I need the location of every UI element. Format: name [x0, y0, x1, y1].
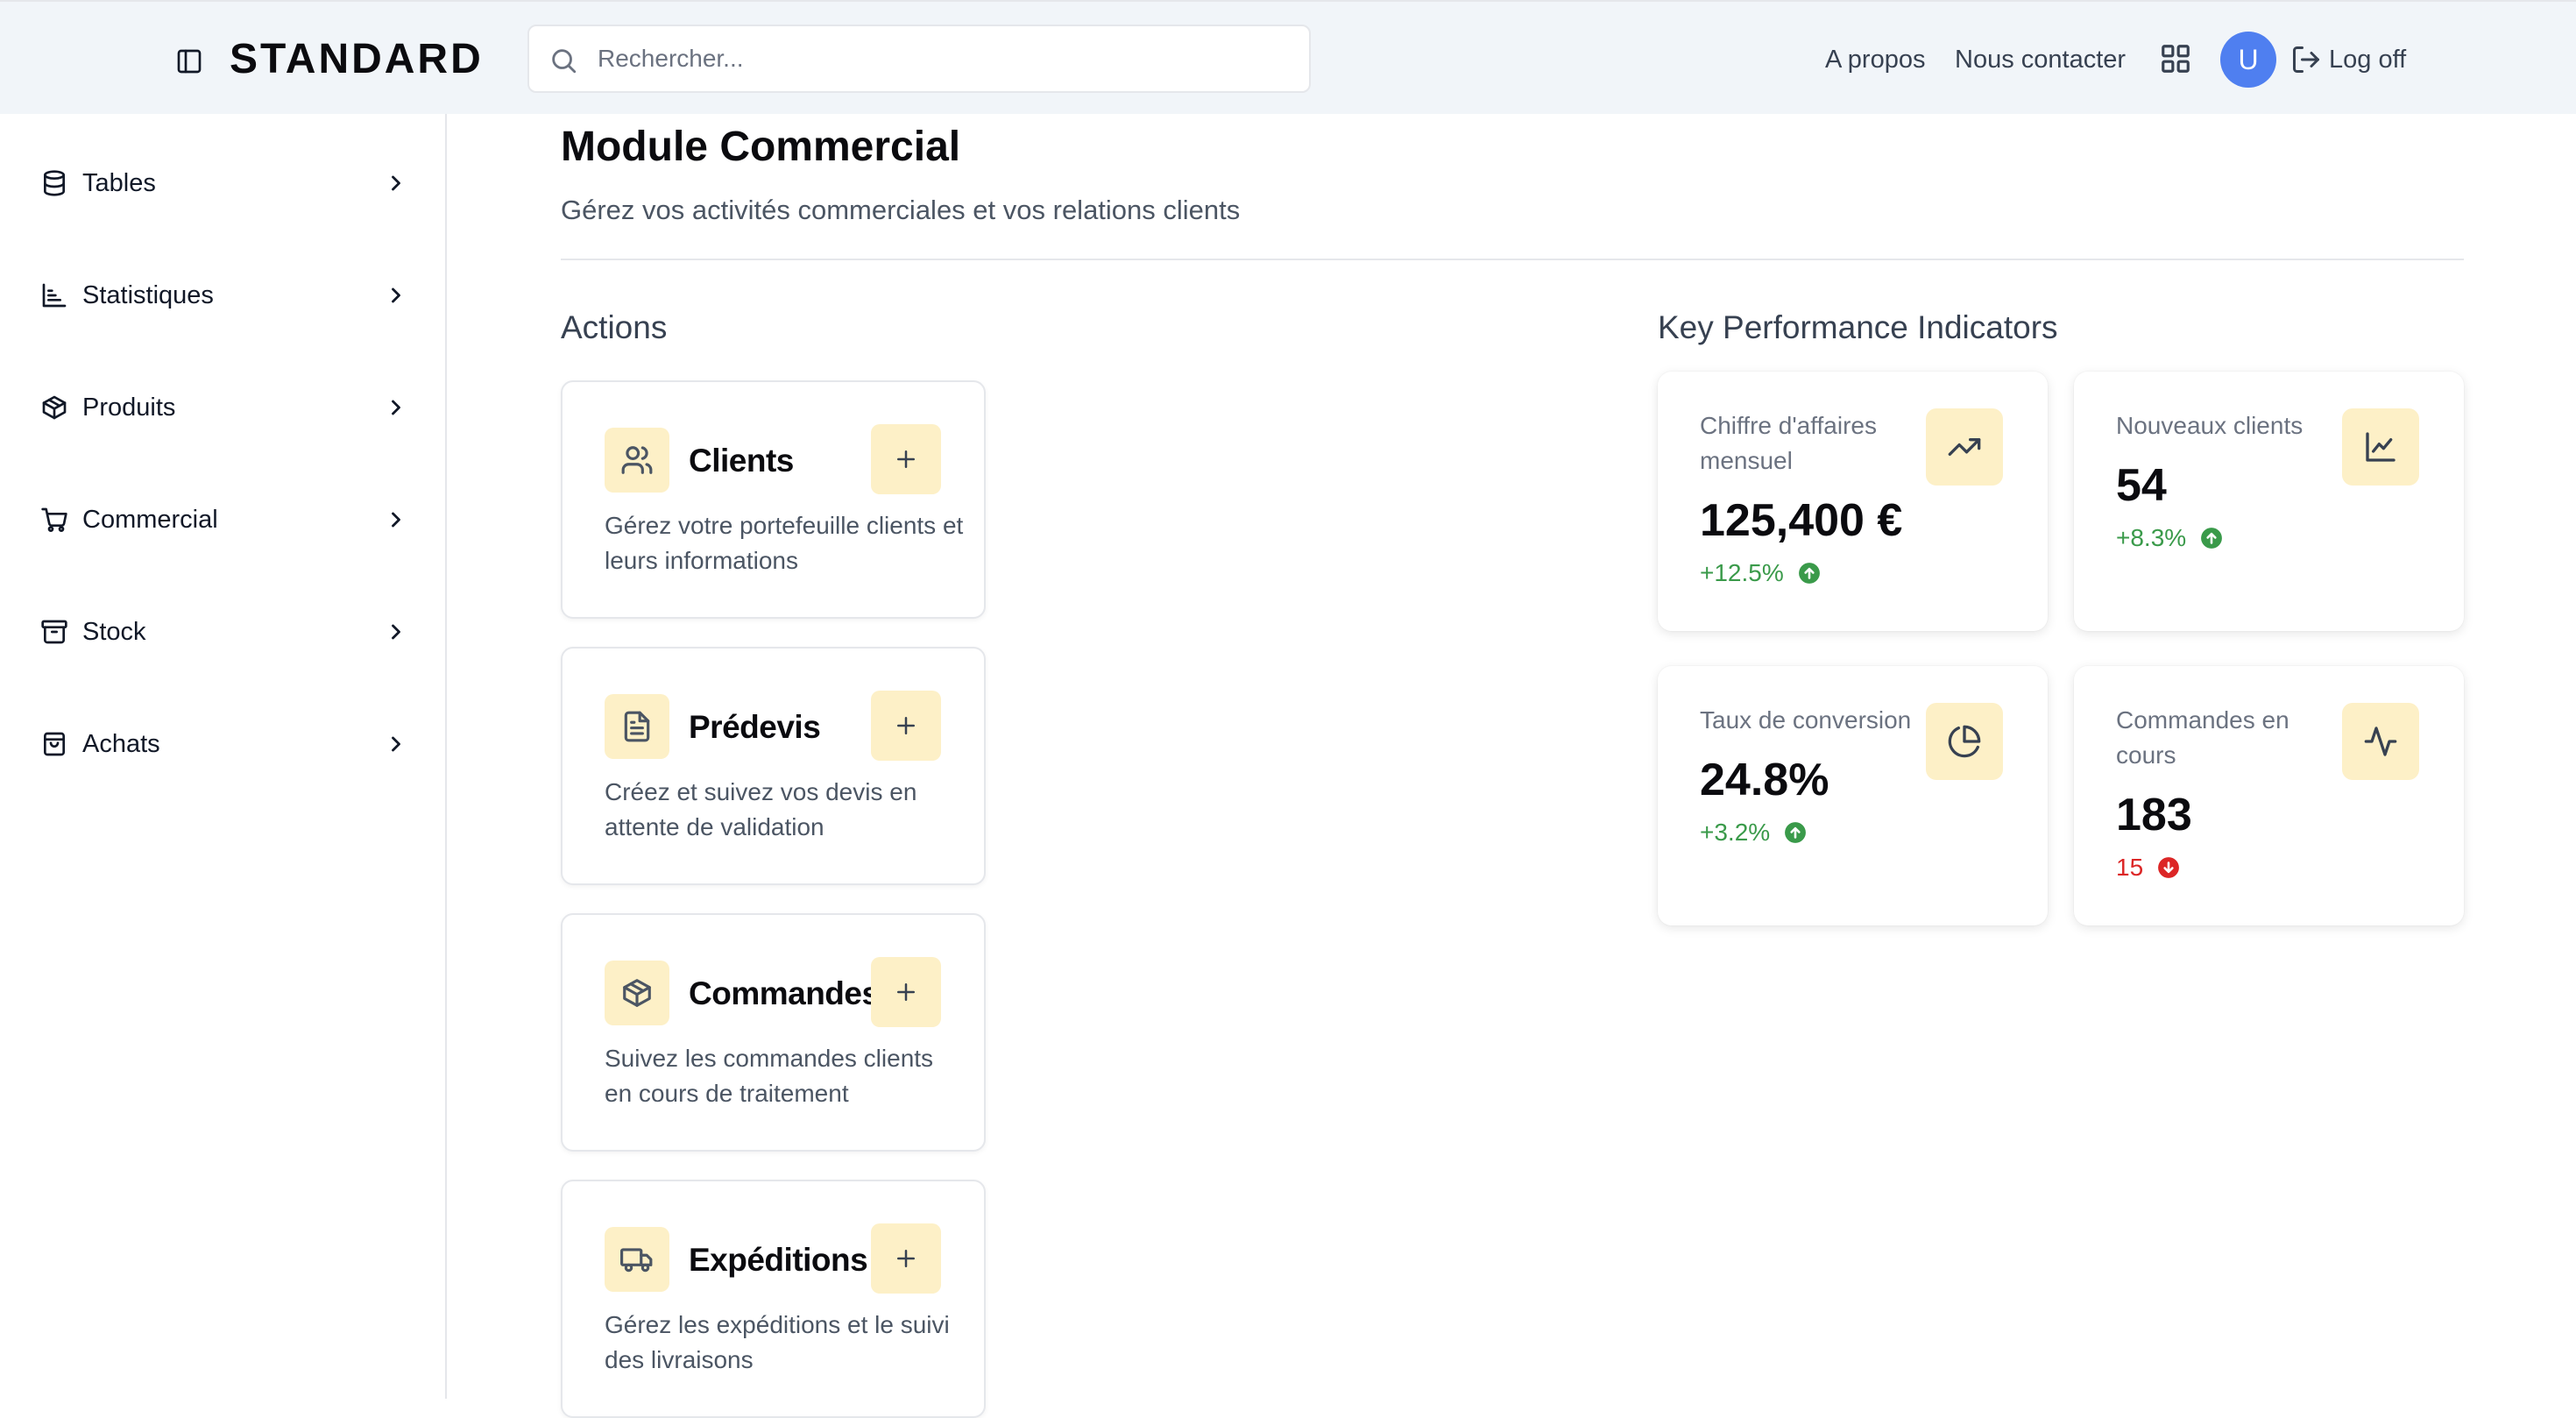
sidebar-item-statistiques[interactable]: Statistiques — [40, 269, 408, 322]
shopping-bag-icon — [40, 730, 68, 758]
pie-chart-icon — [1926, 703, 2003, 780]
shopping-cart-icon — [40, 506, 68, 534]
bar-chart-icon — [40, 281, 68, 309]
sidebar-item-stock[interactable]: Stock — [40, 606, 408, 658]
nav-link-contact[interactable]: Nous contacter — [1955, 42, 2126, 77]
sidebar-item-commercial[interactable]: Commercial — [40, 493, 408, 546]
kpi-card-revenue: Chiffre d'affaires mensuel 125,400 € +12… — [1658, 372, 2048, 631]
action-card-title: Clients — [689, 443, 794, 479]
kpi-value: 24.8% — [1700, 755, 1829, 805]
sidebar-item-label: Tables — [82, 168, 156, 197]
kpi-card-orders-in-progress: Commandes en cours 183 15 — [2074, 666, 2464, 925]
arrow-up-circle-icon — [1798, 563, 1820, 584]
package-icon — [605, 961, 669, 1025]
kpi-card-new-clients: Nouveaux clients 54 +8.3% — [2074, 372, 2464, 631]
chevron-right-icon — [384, 171, 408, 195]
action-card-clients[interactable]: Clients Gérez votre portefeuille clients… — [561, 380, 986, 619]
kpi-card-conversion: Taux de conversion 24.8% +3.2% — [1658, 666, 2048, 925]
action-card-description: Suivez les commandes clients en cours de… — [605, 1045, 934, 1107]
page-subtitle: Gérez vos activités commerciales et vos … — [561, 195, 1241, 225]
kpi-change-text: +3.2% — [1700, 819, 1771, 846]
action-card-title: Expéditions — [689, 1242, 868, 1278]
add-commande-button[interactable] — [871, 957, 941, 1027]
add-client-button[interactable] — [871, 424, 941, 494]
arrow-down-circle-icon — [2158, 857, 2180, 878]
sidebar: Tables Statistiques Produits Commercial — [0, 114, 447, 1399]
chevron-right-icon — [384, 395, 408, 420]
search-box[interactable] — [527, 25, 1311, 93]
arrow-up-circle-icon — [1785, 822, 1807, 843]
logout-icon — [2290, 44, 2322, 75]
chevron-right-icon — [384, 283, 408, 308]
activity-icon — [2342, 703, 2419, 780]
package-icon — [40, 393, 68, 422]
sidebar-item-label: Statistiques — [82, 280, 214, 309]
truck-icon — [605, 1227, 669, 1292]
kpi-value: 54 — [2116, 460, 2167, 511]
kpi-label: Nouveaux clients — [2116, 412, 2304, 439]
kpi-label: Chiffre d'affaires mensuel — [1700, 412, 1877, 474]
kpi-label: Commandes en cours — [2116, 706, 2289, 769]
kpi-change: +8.3% — [2116, 521, 2223, 556]
brand-logo[interactable]: STANDARD — [230, 33, 484, 86]
logoff-button[interactable]: Log off — [2290, 40, 2406, 79]
divider — [561, 259, 2464, 260]
archive-icon — [40, 618, 68, 646]
search-icon — [548, 46, 578, 75]
action-card-title: Commandes — [689, 975, 880, 1011]
apps-grid-icon[interactable] — [2159, 42, 2192, 75]
add-predevis-button[interactable] — [871, 691, 941, 761]
page-title: Module Commercial — [561, 124, 961, 170]
chevron-right-icon — [384, 507, 408, 532]
user-avatar[interactable]: U — [2220, 32, 2276, 88]
actions-section-title: Actions — [561, 309, 668, 345]
search-input[interactable] — [598, 26, 1290, 91]
line-chart-icon — [2342, 408, 2419, 486]
trending-up-icon — [1926, 408, 2003, 486]
sidebar-item-label: Achats — [82, 729, 160, 758]
top-header: STANDARD A propos Nous contacter U Log o… — [0, 0, 2576, 114]
sidebar-item-label: Produits — [82, 393, 176, 422]
kpi-label: Taux de conversion — [1700, 706, 1912, 734]
action-card-description: Gérez votre portefeuille clients et leur… — [605, 512, 964, 574]
action-card-description: Créez et suivez vos devis en attente de … — [605, 778, 917, 840]
add-expedition-button[interactable] — [871, 1223, 941, 1294]
sidebar-item-produits[interactable]: Produits — [40, 381, 408, 434]
action-card-title: Prédevis — [689, 709, 821, 745]
sidebar-item-tables[interactable]: Tables — [40, 157, 408, 209]
kpi-change: +12.5% — [1700, 556, 1821, 591]
plus-icon — [897, 1250, 915, 1267]
chevron-right-icon — [384, 732, 408, 756]
kpi-change: +3.2% — [1700, 815, 1807, 850]
plus-icon — [897, 450, 915, 468]
action-card-predevis[interactable]: Prédevis Créez et suivez vos devis en at… — [561, 647, 986, 885]
file-text-icon — [605, 694, 669, 759]
sidebar-toggle-icon[interactable] — [175, 47, 203, 75]
database-icon — [40, 169, 68, 197]
action-card-commandes[interactable]: Commandes Suivez les commandes clients e… — [561, 913, 986, 1152]
kpi-value: 183 — [2116, 790, 2192, 840]
chevron-right-icon — [384, 620, 408, 644]
sidebar-item-label: Commercial — [82, 505, 218, 534]
logoff-label: Log off — [2329, 45, 2407, 74]
kpi-change-text: +12.5% — [1700, 559, 1784, 586]
action-card-description: Gérez les expéditions et le suivi des li… — [605, 1311, 950, 1373]
kpi-section-title: Key Performance Indicators — [1658, 309, 2058, 345]
nav-link-about[interactable]: A propos — [1825, 42, 1925, 77]
users-icon — [605, 428, 669, 493]
kpi-change-text: 15 — [2116, 854, 2144, 881]
plus-icon — [897, 983, 915, 1001]
action-card-expeditions[interactable]: Expéditions Gérez les expéditions et le … — [561, 1180, 986, 1418]
plus-icon — [897, 717, 915, 734]
kpi-change: 15 — [2116, 850, 2180, 885]
arrow-up-circle-icon — [2201, 528, 2223, 549]
kpi-change-text: +8.3% — [2116, 524, 2187, 551]
sidebar-item-label: Stock — [82, 617, 146, 646]
kpi-value: 125,400 € — [1700, 495, 1903, 546]
sidebar-item-achats[interactable]: Achats — [40, 718, 408, 770]
